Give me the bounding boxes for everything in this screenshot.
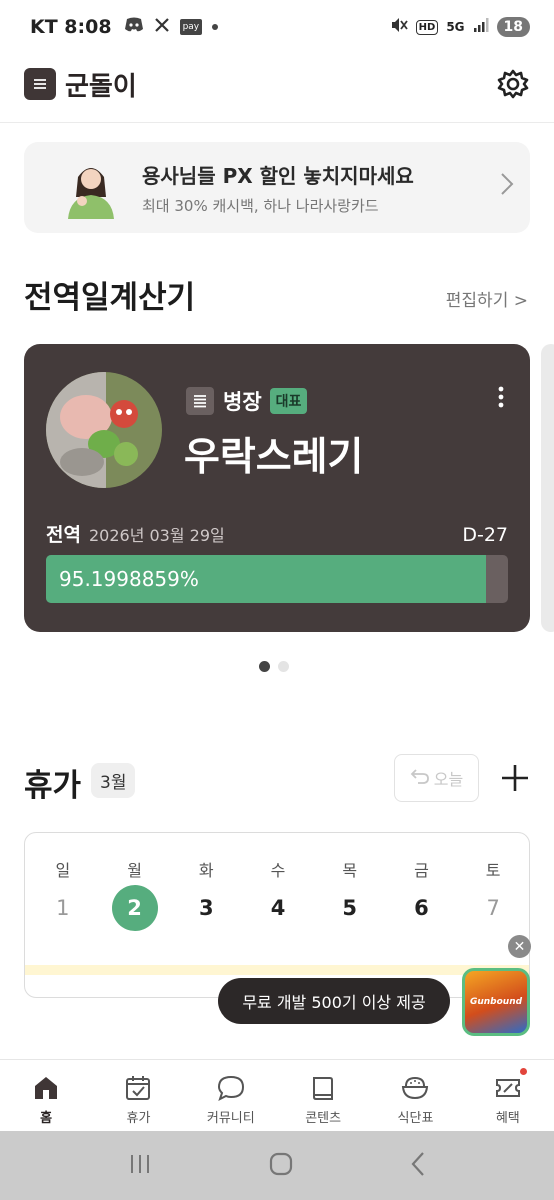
calendar-day-cell[interactable]: 5 — [314, 885, 386, 931]
today-label: 오늘 — [433, 770, 464, 789]
soldier-name: 우락스레기 — [184, 435, 364, 480]
calendar-day: 4 — [270, 896, 286, 920]
status-bar: KT 8:08 pay HD 5G 18 — [0, 0, 554, 54]
promo-banner[interactable]: 용사님들 PX 할인 놓치지마세요 최대 30% 캐시백, 하나 나라사랑카드 — [24, 142, 530, 233]
discharge-label: 전역 — [46, 524, 81, 546]
weekday-label: 토 — [485, 861, 501, 880]
nav-item-benefits[interactable]: 혜택 — [462, 1060, 554, 1131]
game-ad-icon[interactable]: Gunbound — [462, 968, 530, 1036]
calendar-day: 5 — [342, 896, 358, 920]
weekday-label: 일 — [55, 861, 71, 880]
next-card-peek[interactable] — [541, 344, 554, 632]
pager-dot[interactable] — [278, 661, 289, 672]
header-divider — [0, 122, 554, 123]
rice-bowl-icon — [400, 1073, 430, 1103]
nav-label: 식단표 — [397, 1111, 434, 1126]
nav-item-vacation[interactable]: 휴가 — [92, 1060, 184, 1131]
book-icon — [308, 1073, 338, 1103]
calendar-day-cell[interactable]: 3 — [170, 885, 242, 931]
nav-label: 휴가 — [126, 1111, 151, 1126]
ad-tooltip[interactable]: 무료 개발 500기 이상 제공 — [218, 978, 450, 1024]
calendar-check-icon — [123, 1073, 153, 1103]
app-title: 군돌이 — [65, 71, 137, 102]
representative-badge: 대표 — [269, 388, 308, 414]
weekday-label: 화 — [198, 861, 214, 880]
promo-title: 용사님들 PX 할인 놓치지마세요 — [142, 163, 414, 188]
nav-item-contents[interactable]: 콘텐츠 — [277, 1060, 369, 1131]
section-title-calculator: 전역일계산기 — [24, 280, 196, 316]
network-5g-icon: 5G — [446, 20, 465, 34]
progress-percent-text: 95.1998859% — [59, 567, 199, 591]
pay-icon: pay — [179, 19, 203, 35]
weekday-label: 금 — [414, 861, 429, 880]
weekday-label: 월 — [127, 861, 142, 880]
calendar-day-cell[interactable]: 6 — [386, 885, 458, 931]
nav-label: 커뮤니티 — [206, 1111, 255, 1126]
system-navigation-bar — [0, 1131, 554, 1200]
add-vacation-plus-icon[interactable] — [496, 757, 534, 799]
carousel-pager — [259, 661, 289, 672]
calendar-day-cell[interactable]: 7 — [457, 885, 529, 931]
rank-label: 병장 — [223, 390, 262, 414]
discharge-date: 2026년 03월 29일 — [88, 526, 225, 545]
promo-subtitle: 최대 30% 캐시백, 하나 나라사랑카드 — [142, 196, 379, 215]
x-icon — [154, 16, 170, 38]
undo-arrow-icon — [410, 768, 430, 788]
promo-model-image — [60, 157, 122, 219]
home-button-icon[interactable] — [268, 1151, 294, 1181]
edit-link[interactable]: 편집하기 > — [446, 286, 528, 311]
month-chip[interactable]: 3월 — [91, 763, 136, 798]
week-calendar: 일 월 화 수 목 금 토 1 2 3 4 5 6 7 — [24, 832, 530, 998]
d-day-counter: D-27 — [462, 524, 508, 546]
calendar-day: 7 — [486, 896, 500, 920]
calendar-day-cell[interactable]: 1 — [27, 885, 99, 931]
nav-label: 홈 — [40, 1111, 53, 1126]
close-ad-icon[interactable]: ✕ — [508, 935, 531, 958]
rank-insignia-icon — [186, 387, 214, 415]
bottom-nav: 홈 휴가 커뮤니티 콘텐츠 식단표 혜택 — [0, 1060, 554, 1131]
nav-item-community[interactable]: 커뮤니티 — [185, 1060, 277, 1131]
chevron-right-icon — [500, 172, 514, 203]
calendar-day: 1 — [56, 896, 70, 920]
discharge-card[interactable]: 병장 대표 우락스레기 전역 2026년 03월 29일 D-27 95.199… — [24, 344, 530, 632]
back-icon[interactable] — [410, 1151, 426, 1181]
carrier-time: KT 8:08 — [30, 16, 112, 38]
vacation-strip — [25, 965, 529, 975]
nav-item-menu[interactable]: 식단표 — [369, 1060, 461, 1131]
app-header: 군돌이 — [0, 62, 554, 106]
discord-icon — [124, 16, 144, 38]
calendar-day-cell[interactable]: 2 — [99, 885, 171, 931]
notification-badge-dot — [519, 1068, 527, 1075]
today-button[interactable]: 오늘 — [394, 754, 479, 802]
service-progress-bar: 95.1998859% — [46, 555, 508, 603]
nav-item-home[interactable]: 홈 — [0, 1060, 92, 1131]
calendar-day-cell[interactable]: 4 — [242, 885, 314, 931]
more-options-icon[interactable] — [498, 386, 504, 408]
home-icon — [31, 1073, 61, 1103]
weekday-label: 수 — [270, 861, 286, 880]
signal-icon — [473, 17, 489, 37]
calendar-day: 3 — [198, 896, 214, 920]
calendar-day: 6 — [414, 896, 429, 920]
ticket-icon — [493, 1073, 523, 1103]
chat-bubble-icon — [216, 1073, 246, 1103]
mute-icon — [390, 16, 408, 38]
weekday-label: 목 — [342, 861, 358, 880]
calendar-day-selected: 2 — [111, 885, 158, 931]
battery-indicator: 18 — [496, 17, 530, 37]
menu-logo-icon[interactable] — [24, 68, 56, 100]
pager-dot-active[interactable] — [259, 661, 270, 672]
section-title-vacation: 휴가 — [24, 768, 82, 804]
weekday-header: 일월화수목금토 — [25, 857, 529, 881]
recent-apps-icon[interactable] — [128, 1153, 152, 1179]
nav-label: 혜택 — [495, 1111, 520, 1126]
notification-dot-icon — [212, 24, 219, 30]
avatar — [46, 372, 162, 488]
calendar-days: 1 2 3 4 5 6 7 — [25, 885, 529, 931]
settings-gear-icon[interactable] — [496, 67, 530, 101]
game-logo-text: Gunbound — [469, 997, 523, 1007]
nav-label: 콘텐츠 — [305, 1111, 342, 1126]
hd-icon: HD — [415, 19, 439, 35]
